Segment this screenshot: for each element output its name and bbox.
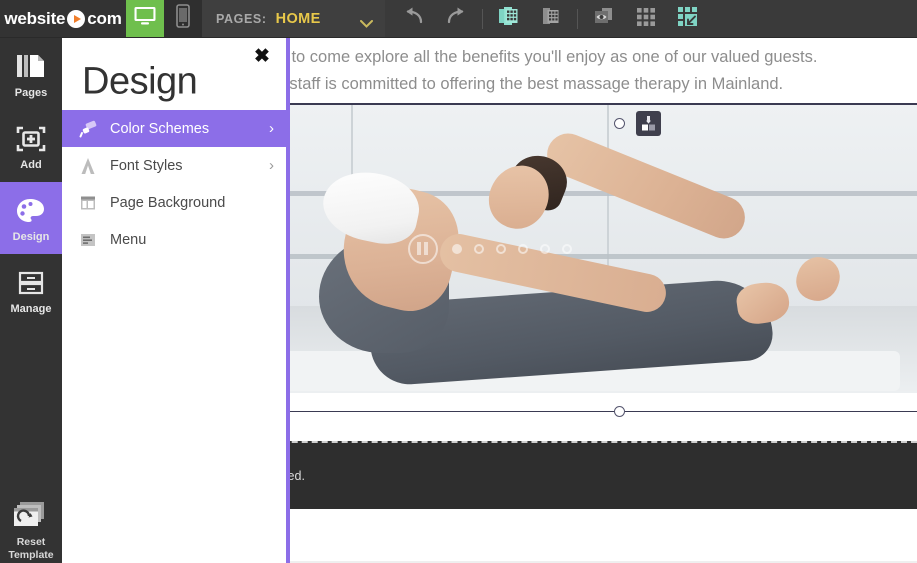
sidebar-item-design[interactable]: Design bbox=[0, 182, 62, 254]
slide-dot[interactable] bbox=[561, 243, 572, 254]
design-menu-font-styles[interactable]: Font Styles › bbox=[62, 147, 286, 184]
pages-current-value: HOME bbox=[275, 10, 321, 27]
sidebar-item-pages[interactable]: Pages bbox=[0, 38, 62, 110]
page-title: Design bbox=[82, 60, 198, 103]
brand-logo[interactable]: website com bbox=[0, 0, 126, 37]
primary-sidebar: Pages Add Design Manage Reset Template bbox=[0, 38, 62, 563]
sidebar-label-design: Design bbox=[12, 230, 50, 243]
resize-handle-bottom[interactable] bbox=[614, 406, 625, 417]
design-menu-menu[interactable]: Menu bbox=[62, 221, 286, 258]
chevron-right-icon: › bbox=[269, 120, 274, 137]
pages-icon bbox=[15, 50, 47, 84]
slide-dot[interactable] bbox=[539, 243, 550, 254]
design-panel: Design ✖ Color Schemes › Font Styles › P… bbox=[62, 38, 290, 563]
pages-label: PAGES: bbox=[216, 11, 267, 26]
add-plus-icon bbox=[15, 122, 47, 156]
paste-icon bbox=[539, 5, 562, 32]
toolbar-divider bbox=[576, 8, 578, 29]
menu-list-icon bbox=[78, 230, 98, 250]
sidebar-label-pages: Pages bbox=[14, 86, 48, 99]
desktop-view-button[interactable] bbox=[126, 0, 164, 37]
design-menu-label: Color Schemes bbox=[110, 120, 210, 137]
redo-arrow-icon bbox=[445, 6, 467, 31]
website-builder-app: We welcome you to come explore all the b… bbox=[0, 0, 917, 563]
undo-button[interactable] bbox=[393, 0, 435, 38]
reset-template-icon bbox=[12, 499, 50, 536]
phone-icon bbox=[175, 4, 191, 33]
resize-handle-top[interactable] bbox=[614, 118, 625, 129]
slide-dot[interactable] bbox=[451, 243, 462, 254]
design-panel-header: Design ✖ bbox=[62, 38, 286, 110]
paint-roller-icon bbox=[78, 119, 98, 139]
sidebar-label-add: Add bbox=[20, 158, 42, 171]
copy-icon bbox=[497, 5, 520, 32]
redo-button[interactable] bbox=[435, 0, 477, 38]
sidebar-item-add[interactable]: Add bbox=[0, 110, 62, 182]
monitor-icon bbox=[133, 5, 157, 32]
design-menu-label: Menu bbox=[110, 231, 147, 248]
slide-dot[interactable] bbox=[495, 243, 506, 254]
top-toolbar: website com PAGES: HOME bbox=[0, 0, 917, 38]
grid-icon bbox=[635, 5, 657, 32]
play-orb-icon bbox=[67, 9, 86, 28]
design-menu-label: Font Styles bbox=[110, 157, 183, 174]
manage-drawer-icon bbox=[15, 266, 47, 300]
mobile-view-button[interactable] bbox=[164, 0, 202, 37]
editor-tools bbox=[385, 0, 709, 37]
design-menu-color-schemes[interactable]: Color Schemes › bbox=[62, 110, 286, 147]
undo-arrow-icon bbox=[403, 6, 425, 31]
toolbar-divider bbox=[481, 8, 483, 29]
image-settings-icon[interactable] bbox=[636, 111, 661, 136]
paste-button[interactable] bbox=[530, 0, 572, 38]
palette-icon bbox=[14, 194, 48, 228]
reset-template-label-2: Template bbox=[8, 548, 54, 561]
slide-dot[interactable] bbox=[517, 243, 528, 254]
sidebar-item-manage[interactable]: Manage bbox=[0, 254, 62, 326]
design-menu-page-background[interactable]: Page Background bbox=[62, 184, 286, 221]
grid-button[interactable] bbox=[625, 0, 667, 38]
slideshow-controls[interactable] bbox=[407, 233, 572, 264]
brand-suffix: com bbox=[87, 8, 122, 28]
design-menu-label: Page Background bbox=[110, 194, 226, 211]
brand-prefix: website bbox=[4, 8, 66, 28]
grid-select-icon bbox=[676, 5, 699, 33]
chevron-right-icon: › bbox=[269, 157, 274, 174]
slideshow-dots[interactable] bbox=[451, 243, 572, 254]
preview-button[interactable] bbox=[583, 0, 625, 38]
sidebar-label-manage: Manage bbox=[10, 302, 52, 315]
pause-icon[interactable] bbox=[407, 233, 438, 264]
page-background-icon bbox=[78, 193, 98, 213]
pages-selector[interactable]: PAGES: HOME bbox=[202, 0, 385, 37]
layout-select-button[interactable] bbox=[667, 0, 709, 38]
close-icon[interactable]: ✖ bbox=[252, 46, 272, 66]
chevron-down-icon[interactable] bbox=[359, 15, 373, 28]
eye-preview-icon bbox=[592, 6, 615, 32]
copy-button[interactable] bbox=[488, 0, 530, 38]
font-a-icon bbox=[78, 156, 98, 176]
reset-template-button[interactable]: Reset Template bbox=[0, 499, 62, 561]
reset-template-label-1: Reset bbox=[16, 536, 46, 548]
slide-dot[interactable] bbox=[473, 243, 484, 254]
